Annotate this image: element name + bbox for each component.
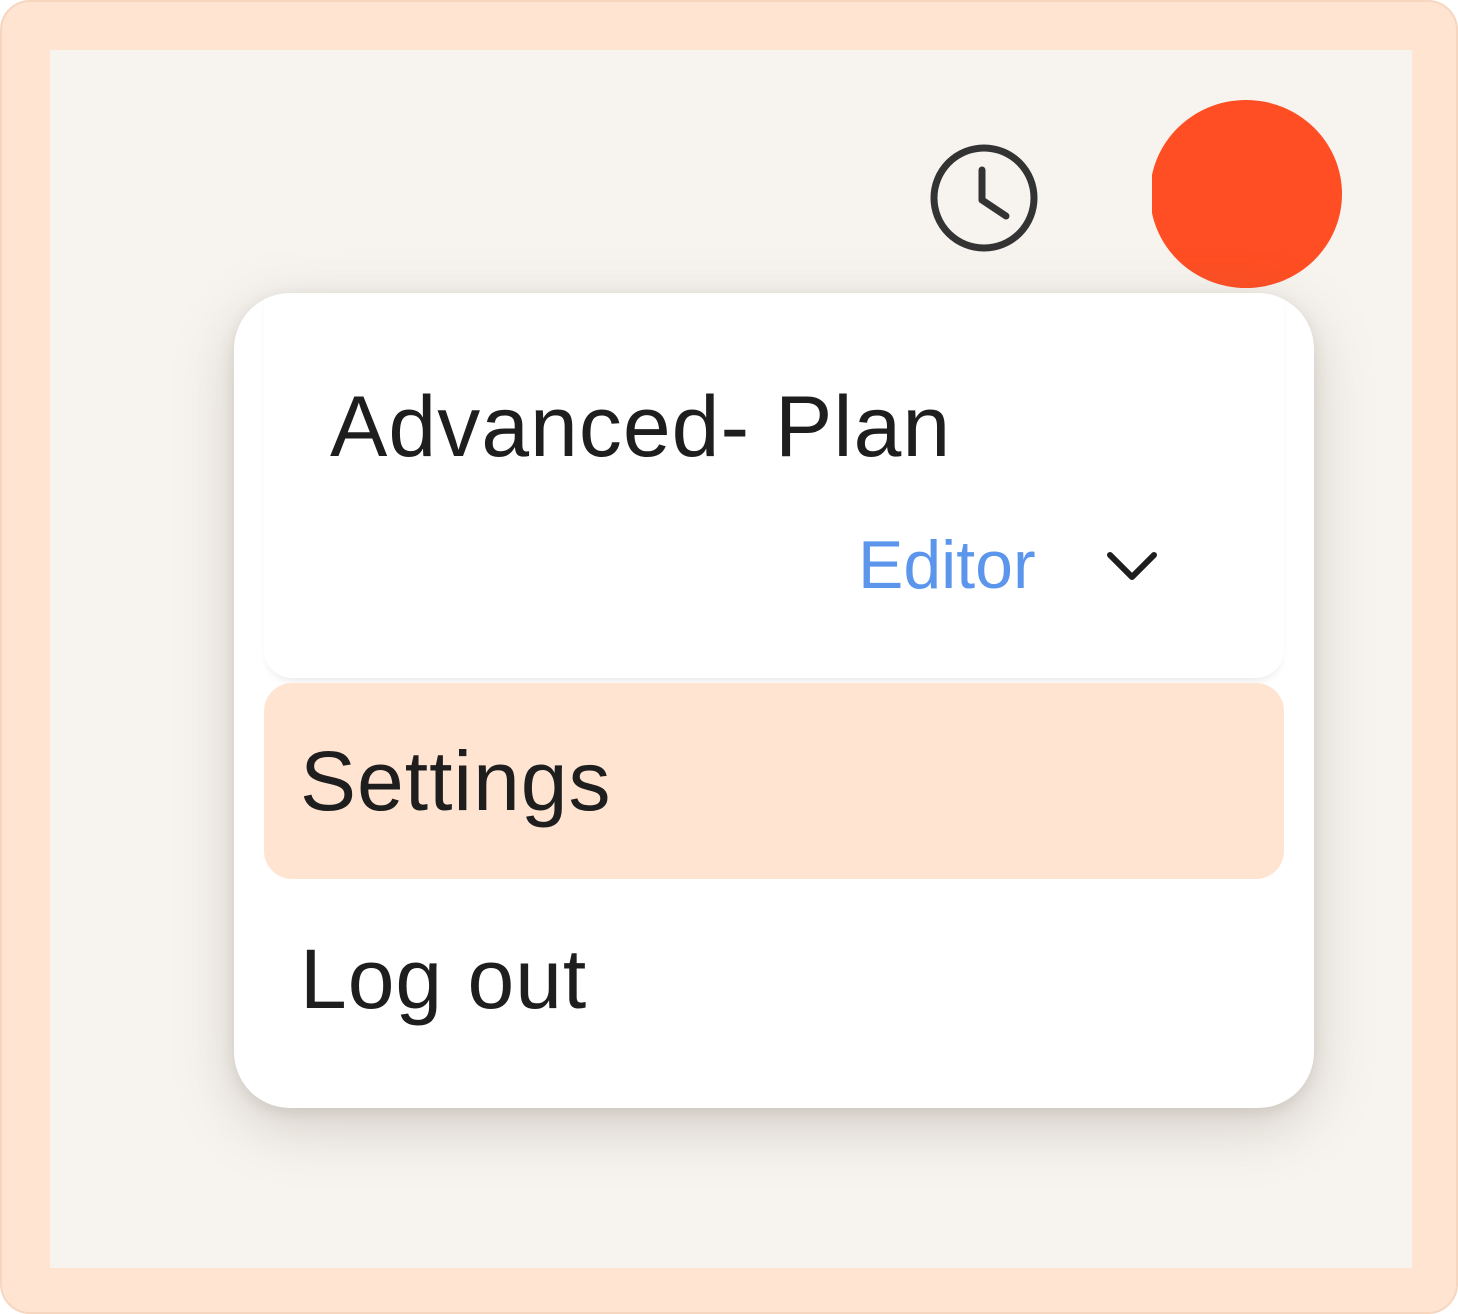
menu-item-settings[interactable]: Settings (264, 683, 1284, 879)
plan-title: Advanced- Plan (330, 379, 952, 475)
avatar[interactable] (1152, 100, 1342, 288)
plan-card: Advanced- Plan Editor (264, 293, 1284, 678)
clock-icon (930, 144, 1038, 252)
account-dropdown-menu: Advanced- Plan Editor Settings Log out (234, 293, 1314, 1108)
history-button[interactable] (926, 140, 1042, 256)
menu-item-label: Log out (300, 932, 588, 1026)
chevron-down-icon (1104, 545, 1160, 585)
menu-item-log-out[interactable]: Log out (264, 881, 1284, 1077)
role-selector[interactable]: Editor (858, 525, 1160, 605)
menu-item-label: Settings (300, 734, 612, 828)
role-label: Editor (858, 527, 1036, 603)
